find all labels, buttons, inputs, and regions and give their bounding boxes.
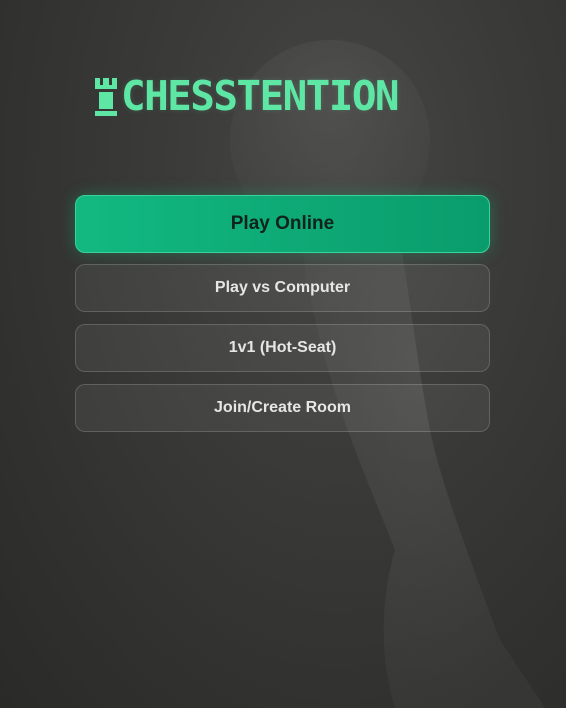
hot-seat-button[interactable]: 1v1 (Hot-Seat) [75,324,490,372]
app-title: CHESSTENTION [121,72,400,120]
rook-icon [95,77,117,116]
play-online-button[interactable]: Play Online [75,195,490,253]
play-vs-computer-button[interactable]: Play vs Computer [75,264,490,312]
join-create-room-button[interactable]: Join/Create Room [75,384,490,432]
app-logo: CHESSTENTION [93,74,473,118]
main-menu: Play Online Play vs Computer 1v1 (Hot-Se… [75,195,490,432]
main-menu-screen: { "app": { "title": "CHESSTENTION", "acc… [0,0,566,708]
